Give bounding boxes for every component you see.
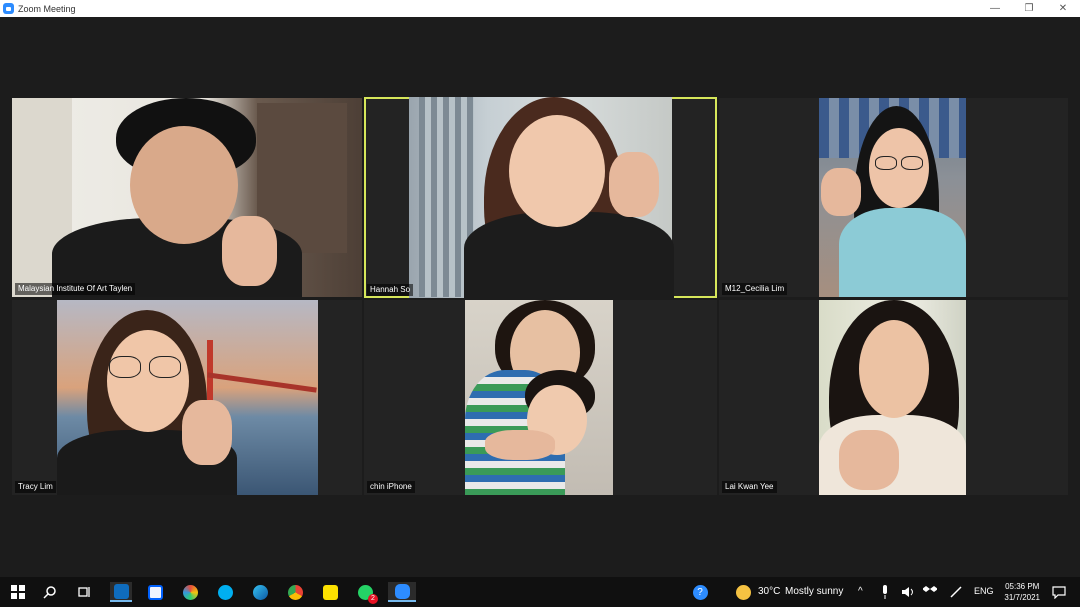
participant-name: M12_Cecilia Lim xyxy=(722,283,788,295)
participant-video xyxy=(819,98,966,297)
participant-tile[interactable]: chin iPhone xyxy=(364,300,717,495)
chrome-icon[interactable] xyxy=(285,582,305,602)
tray-chevron-icon[interactable]: ^ xyxy=(858,586,863,597)
window-titlebar: Zoom Meeting — ❐ ✕ xyxy=(0,0,1080,17)
volume-icon[interactable] xyxy=(898,582,918,602)
language-indicator[interactable]: ENG xyxy=(974,586,994,596)
participant-name: Malaysian Institute Of Art Taylen xyxy=(15,283,136,295)
pen-icon[interactable] xyxy=(946,582,966,602)
help-icon[interactable]: ? xyxy=(690,582,710,602)
participant-tile-active[interactable]: Hannah So xyxy=(364,97,717,298)
minimize-button[interactable]: — xyxy=(978,0,1012,17)
participant-video xyxy=(819,300,966,495)
close-button[interactable]: ✕ xyxy=(1046,0,1080,17)
gallery-view: Malaysian Institute Of Art Taylen Hannah… xyxy=(0,17,1080,577)
edge-icon[interactable] xyxy=(250,582,270,602)
participant-video xyxy=(57,300,318,495)
participant-name: Lai Kwan Yee xyxy=(722,481,777,493)
participant-video xyxy=(409,97,674,298)
whatsapp-badge: 2 xyxy=(368,594,378,604)
clock-date: 31/7/2021 xyxy=(1004,593,1040,602)
participant-video xyxy=(465,300,613,495)
notifications-icon[interactable] xyxy=(1049,582,1069,602)
weather-temp[interactable]: 30°C xyxy=(758,586,780,597)
microphone-icon[interactable] xyxy=(875,582,895,602)
whatsapp-icon[interactable]: 2 xyxy=(355,582,378,604)
participant-name: Tracy Lim xyxy=(15,481,56,493)
windows-taskbar: 2 ? 30°C Mostly sunny ^ ENG 05:36 PM 31/… xyxy=(0,577,1080,607)
participant-tile[interactable]: Tracy Lim xyxy=(12,300,362,495)
clock-time: 05:36 PM xyxy=(1005,582,1040,591)
dropbox-tray-icon[interactable] xyxy=(920,582,940,602)
zoom-icon[interactable] xyxy=(388,582,416,602)
task-view-icon[interactable] xyxy=(75,582,95,602)
participant-video xyxy=(12,98,362,297)
participant-name: chin iPhone xyxy=(367,481,415,493)
dropbox-icon[interactable] xyxy=(145,582,165,602)
paint-icon[interactable] xyxy=(180,582,200,602)
participant-name: Hannah So xyxy=(367,284,414,296)
sticky-notes-icon[interactable] xyxy=(320,582,340,602)
help-glyph: ? xyxy=(692,584,708,600)
participant-tile[interactable]: M12_Cecilia Lim xyxy=(719,98,1068,297)
window-title: Zoom Meeting xyxy=(18,3,76,14)
skype-icon[interactable] xyxy=(215,582,235,602)
windows-start-icon[interactable] xyxy=(8,582,28,602)
maximize-button[interactable]: ❐ xyxy=(1012,0,1046,17)
participant-tile[interactable]: Lai Kwan Yee xyxy=(719,300,1068,495)
zoom-app-icon xyxy=(3,3,14,14)
participant-tile[interactable]: Malaysian Institute Of Art Taylen xyxy=(12,98,362,297)
weather-condition[interactable]: Mostly sunny xyxy=(785,586,843,597)
search-icon[interactable] xyxy=(40,582,60,602)
outlook-icon[interactable] xyxy=(110,582,132,602)
system-clock[interactable]: 05:36 PM 31/7/2021 xyxy=(1004,581,1040,603)
weather-icon[interactable] xyxy=(733,582,753,602)
